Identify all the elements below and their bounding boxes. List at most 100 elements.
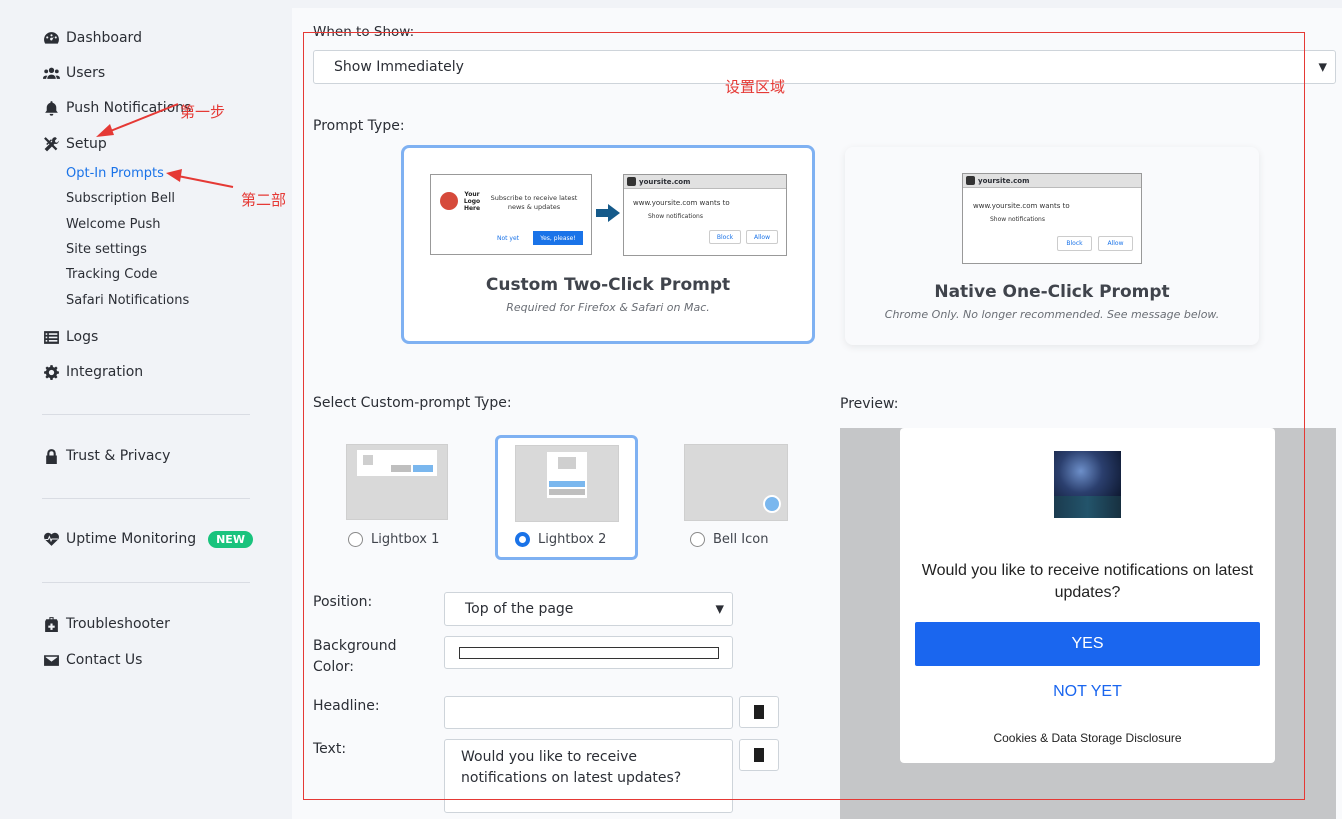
show-notifications-text: Show notifications [648,213,703,220]
headline-label: Headline: [313,698,380,714]
type-option-bell-icon[interactable]: Bell Icon [680,438,795,560]
bell-icon [42,99,60,117]
allow-mini: Allow [1098,236,1133,251]
site-text: yoursite.com [639,177,691,186]
when-to-show-label: When to Show: [313,24,415,40]
sidebar-item-label: Uptime Monitoring [66,531,197,547]
site-text: yoursite.com [978,176,1030,185]
sidebar-item-label: Logs [66,329,99,345]
type-option-lightbox-2[interactable]: Lightbox 2 [495,435,638,560]
native-dialog-illustration: yoursite.com www.yoursite.com wants to S… [962,173,1142,264]
sidebar-subitem-welcome-push[interactable]: Welcome Push [66,217,160,232]
text-label: Text: [313,741,347,757]
lightbox-2-thumbnail [515,445,619,522]
show-notifications-text: Show notifications [990,216,1045,223]
radio-lightbox-2[interactable] [515,532,530,547]
sidebar: Dashboard Users Push Notifications Setup… [0,0,292,819]
native-dialog-illustration: yoursite.com www.yoursite.com wants to S… [623,174,787,256]
sidebar-divider [42,498,250,499]
when-to-show-value: Show Immediately [334,59,464,75]
custom-prompt-type-label: Select Custom-prompt Type: [313,395,512,411]
annotation-step-2: 第二部 [241,191,287,209]
sidebar-item-label: Trust & Privacy [66,448,171,464]
sidebar-item-label: Setup [66,136,107,152]
sidebar-subitem-site-settings[interactable]: Site settings [66,242,147,257]
prompt-card-title: Custom Two-Click Prompt [485,275,731,295]
dashboard-icon [42,29,60,47]
site-logo-image [1054,451,1121,518]
sidebar-item-dashboard[interactable]: Dashboard [42,29,142,47]
prompt-card-native-one-click[interactable]: yoursite.com www.yoursite.com wants to S… [845,147,1259,345]
yes-please-mini: Yes, please! [533,231,583,245]
sidebar-item-contact-us[interactable]: Contact Us [42,651,142,669]
prompt-card-subtitle: Required for Firefox & Safari on Mac. [506,301,710,314]
type-option-label: Bell Icon [713,532,769,547]
bell-icon [763,495,781,513]
logo-text: Your Logo Here [463,191,481,212]
users-icon [42,64,60,82]
sidebar-item-integration[interactable]: Integration [42,363,143,381]
not-yet-mini: Not yet [497,235,520,242]
gear-icon [42,363,60,381]
lock-icon [627,177,636,186]
sidebar-subitem-subscription-bell[interactable]: Subscription Bell [66,191,175,206]
allow-mini: Allow [746,230,778,244]
lightbox-1-thumbnail [346,444,448,520]
subscribe-text: Subscribe to receive latest news & updat… [490,194,578,211]
sidebar-item-label: Users [66,65,106,81]
type-option-label: Lightbox 1 [371,532,440,547]
headline-color-button[interactable] [739,696,779,728]
annotation-step-1: 第一步 [180,103,226,121]
tools-icon [42,135,60,153]
block-mini: Block [709,230,741,244]
bell-icon-thumbnail [684,444,788,521]
wants-to-text: www.yoursite.com wants to [633,199,730,207]
sidebar-item-setup[interactable]: Setup [42,135,107,153]
envelope-icon [42,651,60,669]
radio-bell-icon[interactable] [690,532,705,547]
prompt-card-subtitle: Chrome Only. No longer recommended. See … [884,308,1220,321]
annotation-settings-area: 设置区域 [725,78,786,96]
lock-icon [42,447,60,465]
sidebar-subitem-safari-notifications[interactable]: Safari Notifications [66,293,189,308]
type-option-label: Lightbox 2 [538,532,607,547]
preview-not-yet-button[interactable]: NOT YET [915,683,1260,707]
background-color-input[interactable] [444,636,733,669]
sidebar-subitem-opt-in-prompts[interactable]: Opt-In Prompts [66,166,164,181]
sidebar-item-logs[interactable]: Logs [42,328,98,346]
sidebar-item-label: Push Notifications [66,100,192,116]
sidebar-divider [42,414,250,415]
sidebar-item-troubleshooter[interactable]: Troubleshooter [42,615,170,633]
when-to-show-select[interactable]: Show Immediately ▼ [313,50,1336,84]
sidebar-item-trust-privacy[interactable]: Trust & Privacy [42,447,170,465]
type-option-lightbox-1[interactable]: Lightbox 1 [340,438,455,560]
block-mini: Block [1057,236,1092,251]
preview-disclosure-link[interactable]: Cookies & Data Storage Disclosure [915,731,1260,745]
text-color-button[interactable] [739,739,779,771]
logo-icon [440,192,458,210]
preview-label: Preview: [840,396,899,412]
prompt-type-label: Prompt Type: [313,118,405,134]
sidebar-item-label: Troubleshooter [66,616,170,632]
background-color-label: Background [313,638,397,654]
color-swatch-icon [754,748,764,762]
color-swatch-icon [754,705,764,719]
background-color-label-2: Color: [313,659,355,675]
position-select[interactable]: Top of the page ▼ [444,592,733,626]
sidebar-subitem-tracking-code[interactable]: Tracking Code [66,267,158,282]
sidebar-item-push-notifications[interactable]: Push Notifications [42,99,191,117]
lock-icon [966,176,975,185]
first-aid-icon [42,615,60,633]
sidebar-item-label: Dashboard [66,30,142,46]
headline-input[interactable] [444,696,733,729]
sidebar-item-label: Integration [66,364,144,380]
new-badge: NEW [208,530,253,548]
chevron-down-icon: ▼ [1318,60,1327,74]
heartbeat-icon [42,530,60,548]
radio-lightbox-1[interactable] [348,532,363,547]
sidebar-item-users[interactable]: Users [42,64,105,82]
text-textarea[interactable]: Would you like to receive notifications … [444,739,733,813]
preview-yes-button[interactable]: YES [915,622,1260,666]
sidebar-item-uptime-monitoring[interactable]: Uptime Monitoring NEW [42,530,253,548]
prompt-card-custom-two-click[interactable]: Your Logo Here Subscribe to receive late… [401,145,815,344]
